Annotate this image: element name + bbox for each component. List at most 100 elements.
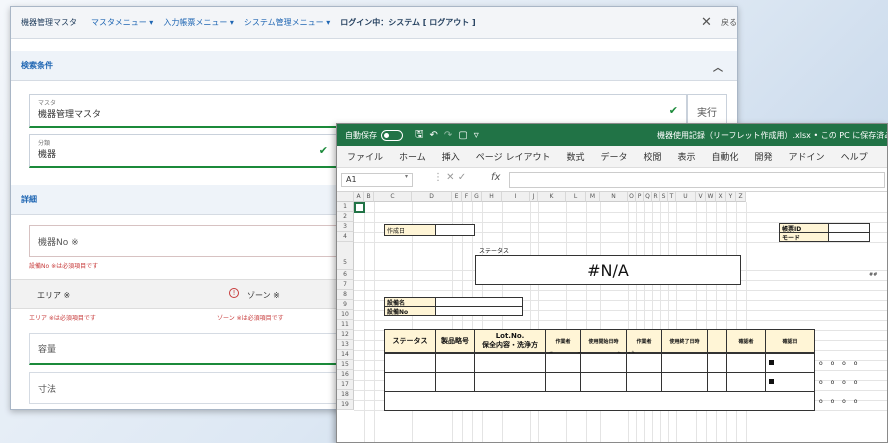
table-cell[interactable] (626, 353, 662, 373)
tab-file[interactable]: ファイル (347, 150, 383, 163)
column-header-n[interactable]: N (600, 192, 628, 202)
table-cell[interactable] (545, 353, 581, 373)
save-icon[interactable]: 🖫 (415, 127, 424, 144)
column-header-t[interactable]: T (668, 192, 676, 202)
th-product-code[interactable]: 製品略号 (435, 329, 475, 353)
tab-home[interactable]: ホーム (399, 150, 426, 163)
row-header-1[interactable]: 1 (337, 202, 354, 212)
area-label[interactable]: エリア ※ (37, 290, 70, 301)
th-end-datetime[interactable]: 使用終了日時 (661, 329, 708, 353)
row-header-9[interactable]: 9 (337, 300, 354, 310)
select-all-corner[interactable] (337, 192, 354, 202)
column-header-z[interactable]: Z (736, 192, 746, 202)
column-header-i[interactable]: I (502, 192, 530, 202)
row-header-14[interactable]: 14 (337, 350, 354, 360)
capacity-input[interactable]: 容量 (29, 333, 339, 365)
fx-icon[interactable]: fx (491, 172, 500, 183)
redo-icon[interactable]: ↷ (444, 130, 452, 141)
table-cell[interactable] (435, 353, 475, 373)
customize-icon[interactable]: ▿ (474, 130, 479, 141)
column-header-l[interactable]: L (566, 192, 586, 202)
th-lot-no[interactable]: Lot.No. 保全内容・洗浄方 (474, 329, 546, 353)
cell-created-date[interactable]: 作成日 (384, 224, 436, 236)
table-cell[interactable] (726, 372, 766, 392)
column-header-y[interactable]: Y (726, 192, 736, 202)
column-header-h[interactable]: H (482, 192, 502, 202)
row-header-4[interactable]: 4 (337, 232, 354, 242)
row-header-15[interactable]: 15 (337, 360, 354, 370)
table-cell[interactable] (435, 372, 475, 392)
tab-view[interactable]: 表示 (678, 150, 696, 163)
column-header-r[interactable]: R (652, 192, 660, 202)
table-cell[interactable] (661, 372, 708, 392)
dimension-input[interactable]: 寸法 (29, 372, 339, 404)
table-cell[interactable] (726, 353, 766, 373)
table-cell[interactable] (384, 353, 436, 373)
tab-review[interactable]: 校閲 (643, 150, 661, 163)
chevron-down-icon[interactable]: ▾ (405, 173, 408, 180)
column-header-v[interactable]: V (696, 192, 706, 202)
column-header-g[interactable]: G (472, 192, 482, 202)
column-header-e[interactable]: E (452, 192, 462, 202)
confirm-checkbox[interactable] (769, 360, 774, 365)
cell-equipment-no-value[interactable] (435, 306, 523, 316)
table-cell[interactable] (661, 353, 708, 373)
zone-label[interactable]: ゾーン ※ (247, 290, 280, 301)
row-header-8[interactable]: 8 (337, 290, 354, 300)
cell-status-value[interactable]: #N/A (475, 255, 741, 285)
column-header-x[interactable]: X (716, 192, 726, 202)
tab-help[interactable]: ヘルプ (841, 150, 868, 163)
row-header-11[interactable]: 11 (337, 320, 354, 330)
login-status[interactable]: ログイン中：システム [ ログアウト ] (340, 17, 475, 28)
tab-addins[interactable]: アドイン (789, 150, 825, 163)
row-header-7[interactable]: 7 (337, 280, 354, 290)
th-confirm-date[interactable]: 確認日 (765, 329, 815, 353)
column-header-j[interactable]: J (530, 192, 538, 202)
table-cell[interactable] (707, 353, 727, 373)
column-header-q[interactable]: Q (644, 192, 652, 202)
column-header-w[interactable]: W (706, 192, 716, 202)
row-header-18[interactable]: 18 (337, 390, 354, 400)
row-header-19[interactable]: 19 (337, 400, 354, 410)
table-cell[interactable] (384, 391, 815, 411)
column-header-d[interactable]: D (412, 192, 452, 202)
column-header-m[interactable]: M (586, 192, 600, 202)
table-cell[interactable] (474, 372, 546, 392)
name-box[interactable]: A1 (341, 173, 413, 187)
cell-equipment-no[interactable]: 設備No (384, 306, 436, 316)
selected-cell[interactable] (354, 202, 365, 213)
table-cell[interactable] (707, 372, 727, 392)
menu-input-forms[interactable]: 入力帳票メニュー ▾ (163, 17, 234, 28)
tab-automate[interactable]: 自動化 (712, 150, 739, 163)
undo-icon[interactable]: ↶ (430, 130, 438, 141)
row-header-6[interactable]: 6 (337, 270, 354, 280)
table-cell[interactable] (545, 372, 581, 392)
tab-data[interactable]: データ (600, 150, 627, 163)
chevron-up-icon[interactable]: ︿ (713, 59, 723, 74)
close-icon[interactable]: ✕ (701, 15, 712, 30)
row-header-17[interactable]: 17 (337, 380, 354, 390)
row-header-2[interactable]: 2 (337, 212, 354, 222)
column-header-c[interactable]: C (374, 192, 412, 202)
row-header-10[interactable]: 10 (337, 310, 354, 320)
column-header-u[interactable]: U (676, 192, 696, 202)
tab-developer[interactable]: 開発 (755, 150, 773, 163)
column-header-p[interactable]: P (636, 192, 644, 202)
row-header-5[interactable]: 5 (337, 242, 354, 270)
menu-system-admin[interactable]: システム管理メニュー ▾ (244, 17, 330, 28)
cell-mode-value[interactable] (828, 232, 870, 242)
th-blank[interactable] (707, 329, 727, 353)
row-header-12[interactable]: 12 (337, 330, 354, 340)
column-header-b[interactable]: B (364, 192, 374, 202)
row-header-13[interactable]: 13 (337, 340, 354, 350)
column-header-o[interactable]: O (628, 192, 636, 202)
search-conditions-header[interactable]: 検索条件 ︿ (11, 51, 737, 81)
autosave-toggle[interactable] (381, 129, 403, 141)
cell-created-date-value[interactable] (435, 224, 475, 236)
tab-formulas[interactable]: 数式 (566, 150, 584, 163)
menu-master[interactable]: マスタメニュー ▾ (91, 17, 153, 28)
formula-input[interactable] (509, 172, 885, 188)
column-header-s[interactable]: S (660, 192, 668, 202)
row-header-16[interactable]: 16 (337, 370, 354, 380)
category-select[interactable]: 分類 機器 ✔ (29, 134, 337, 168)
